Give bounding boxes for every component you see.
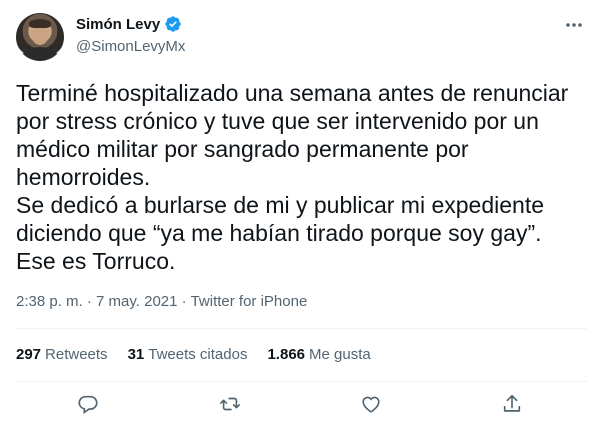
retweets-count: 297 <box>16 346 42 363</box>
tweet-stats: 297 Retweets 31 Tweets citados 1.866 Me gus… <box>16 346 391 363</box>
likes-count: 1.866 <box>267 346 306 363</box>
retweets-label: Retweets <box>45 346 108 363</box>
tweet-card: Simón Levy @SimonLevyMx Terminé hospital… <box>0 0 603 427</box>
avatar-hair <box>29 19 51 28</box>
quotes-stat[interactable]: 31 Tweets citados <box>128 346 248 363</box>
verified-badge-icon <box>165 16 181 32</box>
quotes-count: 31 <box>127 346 145 363</box>
tweet-source[interactable]: Twitter for iPhone <box>191 293 308 310</box>
like-icon[interactable] <box>360 393 382 415</box>
author-handle[interactable]: @SimonLevyMx <box>76 38 185 55</box>
divider <box>16 381 587 382</box>
likes-stat[interactable]: 1.866 Me gusta <box>267 346 370 363</box>
meta-separator: · <box>86 293 92 310</box>
share-icon[interactable] <box>501 393 523 415</box>
author-name[interactable]: Simón Levy <box>76 16 160 33</box>
retweet-icon[interactable] <box>219 393 241 415</box>
quotes-label: Tweets citados <box>148 346 248 363</box>
retweets-stat[interactable]: 297 Retweets <box>16 346 108 363</box>
tweet-meta: 2:38 p. m. · 7 may. 2021 · Twitter for i… <box>16 293 307 310</box>
tweet-actions <box>0 393 603 415</box>
author-name-row[interactable]: Simón Levy <box>76 15 182 33</box>
meta-separator-2: · <box>181 293 187 310</box>
likes-label: Me gusta <box>309 346 371 363</box>
divider <box>16 328 587 329</box>
avatar[interactable] <box>16 13 64 61</box>
tweet-text: Terminé hospitalizado una semana antes d… <box>16 80 569 274</box>
avatar-shirt <box>22 47 58 61</box>
more-icon[interactable] <box>564 18 584 32</box>
reply-icon[interactable] <box>77 393 99 415</box>
tweet-date[interactable]: 7 may. 2021 <box>96 293 177 310</box>
tweet-time[interactable]: 2:38 p. m. <box>16 293 83 310</box>
